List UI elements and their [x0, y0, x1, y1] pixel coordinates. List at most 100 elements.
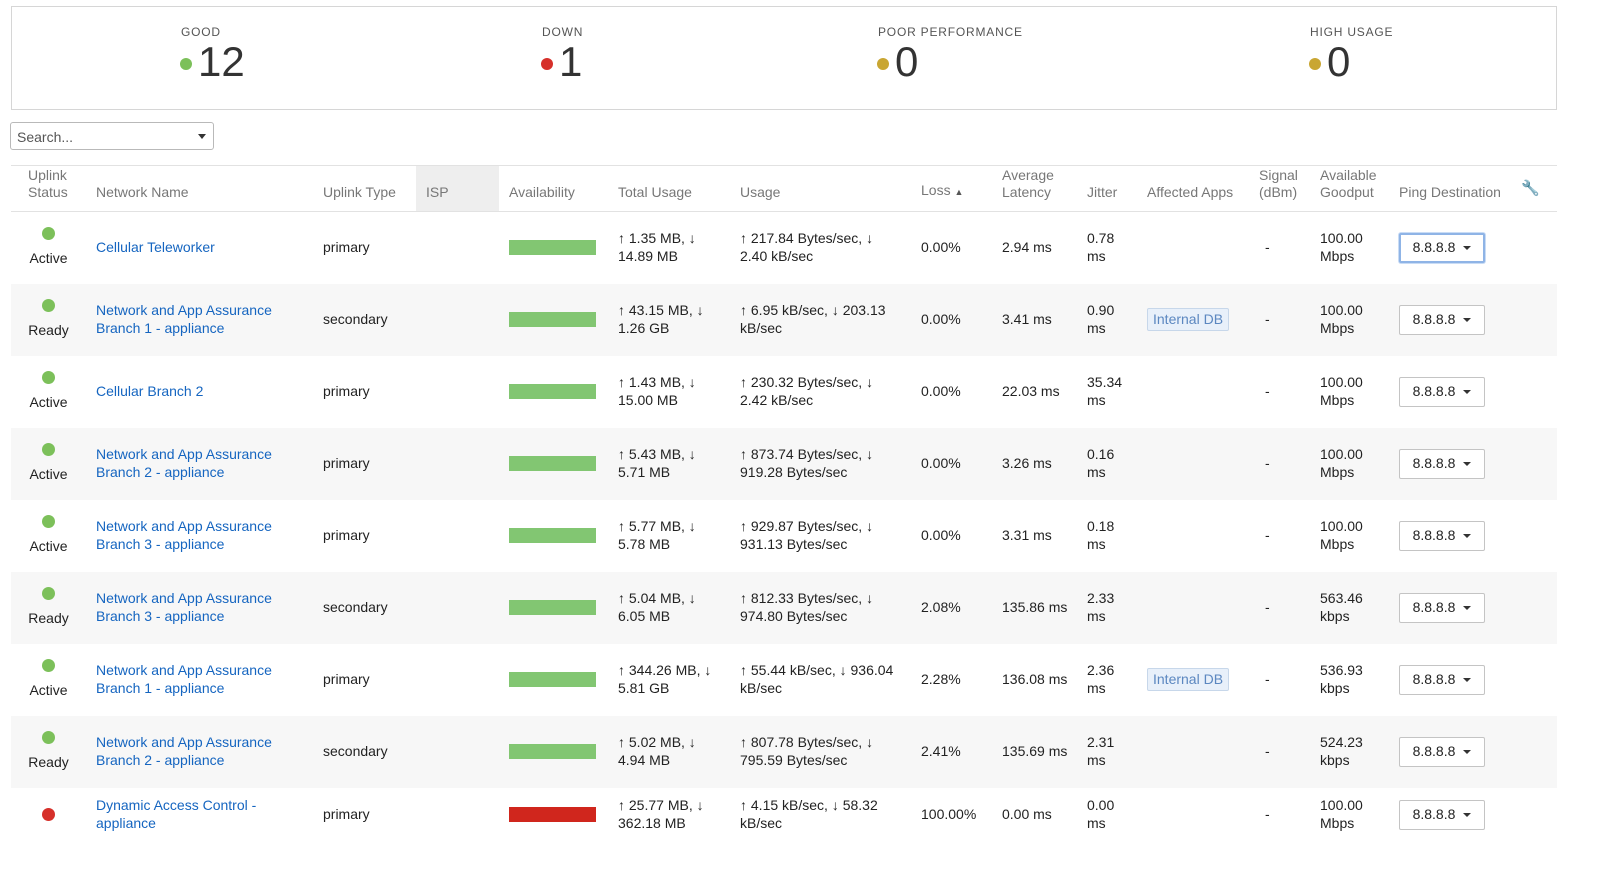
availability-bar[interactable]: [509, 672, 596, 687]
header-uplink-status[interactable]: Uplink Status: [11, 166, 86, 212]
jitter-cell: 35.34 ms: [1087, 374, 1123, 408]
availability-bar[interactable]: [509, 600, 596, 615]
ping-destination-dropdown[interactable]: 8.8.8.8: [1399, 448, 1485, 479]
row-actions-cell: [1504, 715, 1557, 788]
table-row[interactable]: Active Network and App Assurance Branch …: [11, 644, 1557, 716]
availability-bar[interactable]: [509, 528, 596, 543]
ping-destination-value: 8.8.8.8: [1412, 598, 1456, 615]
network-name-link[interactable]: Network and App Assurance Branch 1 - app…: [96, 302, 272, 336]
availability-cell: [499, 283, 608, 356]
availability-bar[interactable]: [509, 807, 596, 822]
header-loss[interactable]: Loss ▲: [911, 166, 992, 212]
chevron-down-icon: [1463, 461, 1472, 466]
network-name-link[interactable]: Network and App Assurance Branch 2 - app…: [96, 446, 272, 480]
header-uplink-type[interactable]: Uplink Type: [313, 166, 416, 212]
header-isp[interactable]: ISP: [416, 166, 499, 212]
signal-cell: -: [1249, 571, 1310, 644]
header-available-goodput[interactable]: Available Goodput: [1310, 166, 1389, 212]
affected-apps-cell: [1137, 427, 1249, 500]
header-affected-apps[interactable]: Affected Apps: [1137, 166, 1249, 212]
ping-destination-cell: 8.8.8.8: [1389, 356, 1504, 428]
jitter-cell: 0.78 ms: [1087, 230, 1115, 264]
ping-destination-cell: 8.8.8.8: [1389, 644, 1504, 716]
affected-app-badge[interactable]: Internal DB: [1147, 307, 1230, 332]
table-settings[interactable]: 🔧: [1504, 166, 1557, 212]
sort-ascending-icon: ▲: [954, 186, 964, 197]
chevron-down-icon: [1463, 317, 1472, 322]
header-ping-destination[interactable]: Ping Destination: [1389, 166, 1504, 212]
ping-destination-dropdown[interactable]: 8.8.8.8: [1399, 304, 1485, 335]
search-dropdown[interactable]: Search...: [10, 122, 214, 150]
affected-apps-cell: [1137, 211, 1249, 284]
network-name-link[interactable]: Dynamic Access Control - appliance: [96, 797, 256, 831]
loss-cell: 0.00%: [911, 283, 992, 356]
header-signal[interactable]: Signal (dBm): [1249, 166, 1310, 212]
network-name-link[interactable]: Network and App Assurance Branch 1 - app…: [96, 662, 272, 696]
status-dot-icon: [42, 227, 55, 241]
availability-bar[interactable]: [509, 384, 596, 399]
ping-destination-dropdown[interactable]: 8.8.8.8: [1399, 520, 1485, 551]
affected-app-badge[interactable]: Internal DB: [1147, 667, 1230, 692]
header-availability[interactable]: Availability: [499, 166, 608, 212]
availability-bar[interactable]: [509, 744, 596, 759]
availability-bar[interactable]: [509, 456, 596, 471]
network-name-link[interactable]: Network and App Assurance Branch 3 - app…: [96, 590, 272, 624]
uplink-type-cell: primary: [323, 382, 370, 399]
table-row[interactable]: Active Cellular Teleworker primary ↑ 1.3…: [11, 211, 1557, 284]
latency-cell: 135.69 ms: [992, 715, 1077, 788]
usage-cell: ↑ 812.33 Bytes/sec, ↓ 974.80 Bytes/sec: [730, 571, 911, 644]
uplink-type-cell: primary: [323, 526, 370, 543]
summary-high-usage[interactable]: HIGH USAGE 0: [1309, 25, 1393, 85]
network-name-link[interactable]: Cellular Teleworker: [96, 239, 215, 255]
table-row[interactable]: Dynamic Access Control - appliance prima…: [11, 788, 1557, 842]
availability-cell: [499, 644, 608, 716]
table-row[interactable]: Ready Network and App Assurance Branch 1…: [11, 283, 1557, 356]
network-name-link[interactable]: Cellular Branch 2: [96, 383, 203, 399]
chevron-down-icon: [1463, 389, 1472, 394]
table-row[interactable]: Active Network and App Assurance Branch …: [11, 500, 1557, 572]
chevron-down-icon: [1463, 677, 1472, 682]
row-actions-cell: [1504, 788, 1557, 842]
table-row[interactable]: Ready Network and App Assurance Branch 2…: [11, 715, 1557, 788]
affected-apps-cell: [1137, 788, 1249, 842]
chevron-down-icon[interactable]: [198, 134, 206, 139]
uplink-status-cell: Ready: [11, 715, 86, 788]
total-usage-cell: ↑ 5.43 MB, ↓ 5.71 MB: [608, 427, 730, 500]
header-network-name[interactable]: Network Name: [86, 166, 313, 212]
header-average-latency[interactable]: Average Latency: [992, 166, 1077, 212]
signal-cell: -: [1265, 382, 1270, 399]
uplink-status-cell: Active: [11, 500, 86, 572]
summary-down[interactable]: DOWN 1: [541, 25, 583, 85]
signal-cell: -: [1265, 670, 1270, 687]
down-status-dot-icon: [541, 58, 553, 70]
status-dot-icon: [42, 659, 55, 673]
table-row[interactable]: Ready Network and App Assurance Branch 3…: [11, 571, 1557, 644]
ping-destination-dropdown[interactable]: 8.8.8.8: [1399, 376, 1485, 407]
usage-cell: ↑ 6.95 kB/sec, ↓ 203.13 kB/sec: [730, 283, 911, 356]
wrench-icon[interactable]: 🔧: [1521, 180, 1540, 197]
ping-destination-dropdown[interactable]: 8.8.8.8: [1399, 736, 1485, 767]
network-name-cell: Network and App Assurance Branch 2 - app…: [86, 427, 313, 500]
ping-destination-dropdown[interactable]: 8.8.8.8: [1399, 664, 1485, 695]
jitter-cell: 2.33 ms: [1077, 571, 1137, 644]
header-jitter[interactable]: Jitter: [1077, 166, 1137, 212]
summary-good[interactable]: GOOD 12: [180, 25, 245, 85]
network-name-link[interactable]: Network and App Assurance Branch 2 - app…: [96, 734, 272, 768]
affected-apps-cell: [1137, 715, 1249, 788]
table-row[interactable]: Active Cellular Branch 2 primary ↑ 1.43 …: [11, 356, 1557, 428]
status-dot-icon: [42, 515, 55, 529]
header-usage[interactable]: Usage: [730, 166, 911, 212]
network-name-link[interactable]: Network and App Assurance Branch 3 - app…: [96, 518, 272, 552]
ping-destination-dropdown[interactable]: 8.8.8.8: [1399, 592, 1485, 623]
uplink-status-cell: Active: [11, 427, 86, 500]
table-row[interactable]: Active Network and App Assurance Branch …: [11, 427, 1557, 500]
status-text: Active: [29, 538, 68, 555]
ping-destination-value: 8.8.8.8: [1412, 526, 1456, 543]
availability-bar[interactable]: [509, 240, 596, 255]
status-text: Active: [29, 466, 68, 483]
header-total-usage[interactable]: Total Usage: [608, 166, 730, 212]
summary-poor-performance[interactable]: POOR PERFORMANCE 0: [877, 25, 1023, 85]
ping-destination-dropdown[interactable]: 8.8.8.8: [1399, 799, 1485, 830]
ping-destination-dropdown[interactable]: 8.8.8.8: [1399, 232, 1485, 263]
availability-bar[interactable]: [509, 312, 596, 327]
